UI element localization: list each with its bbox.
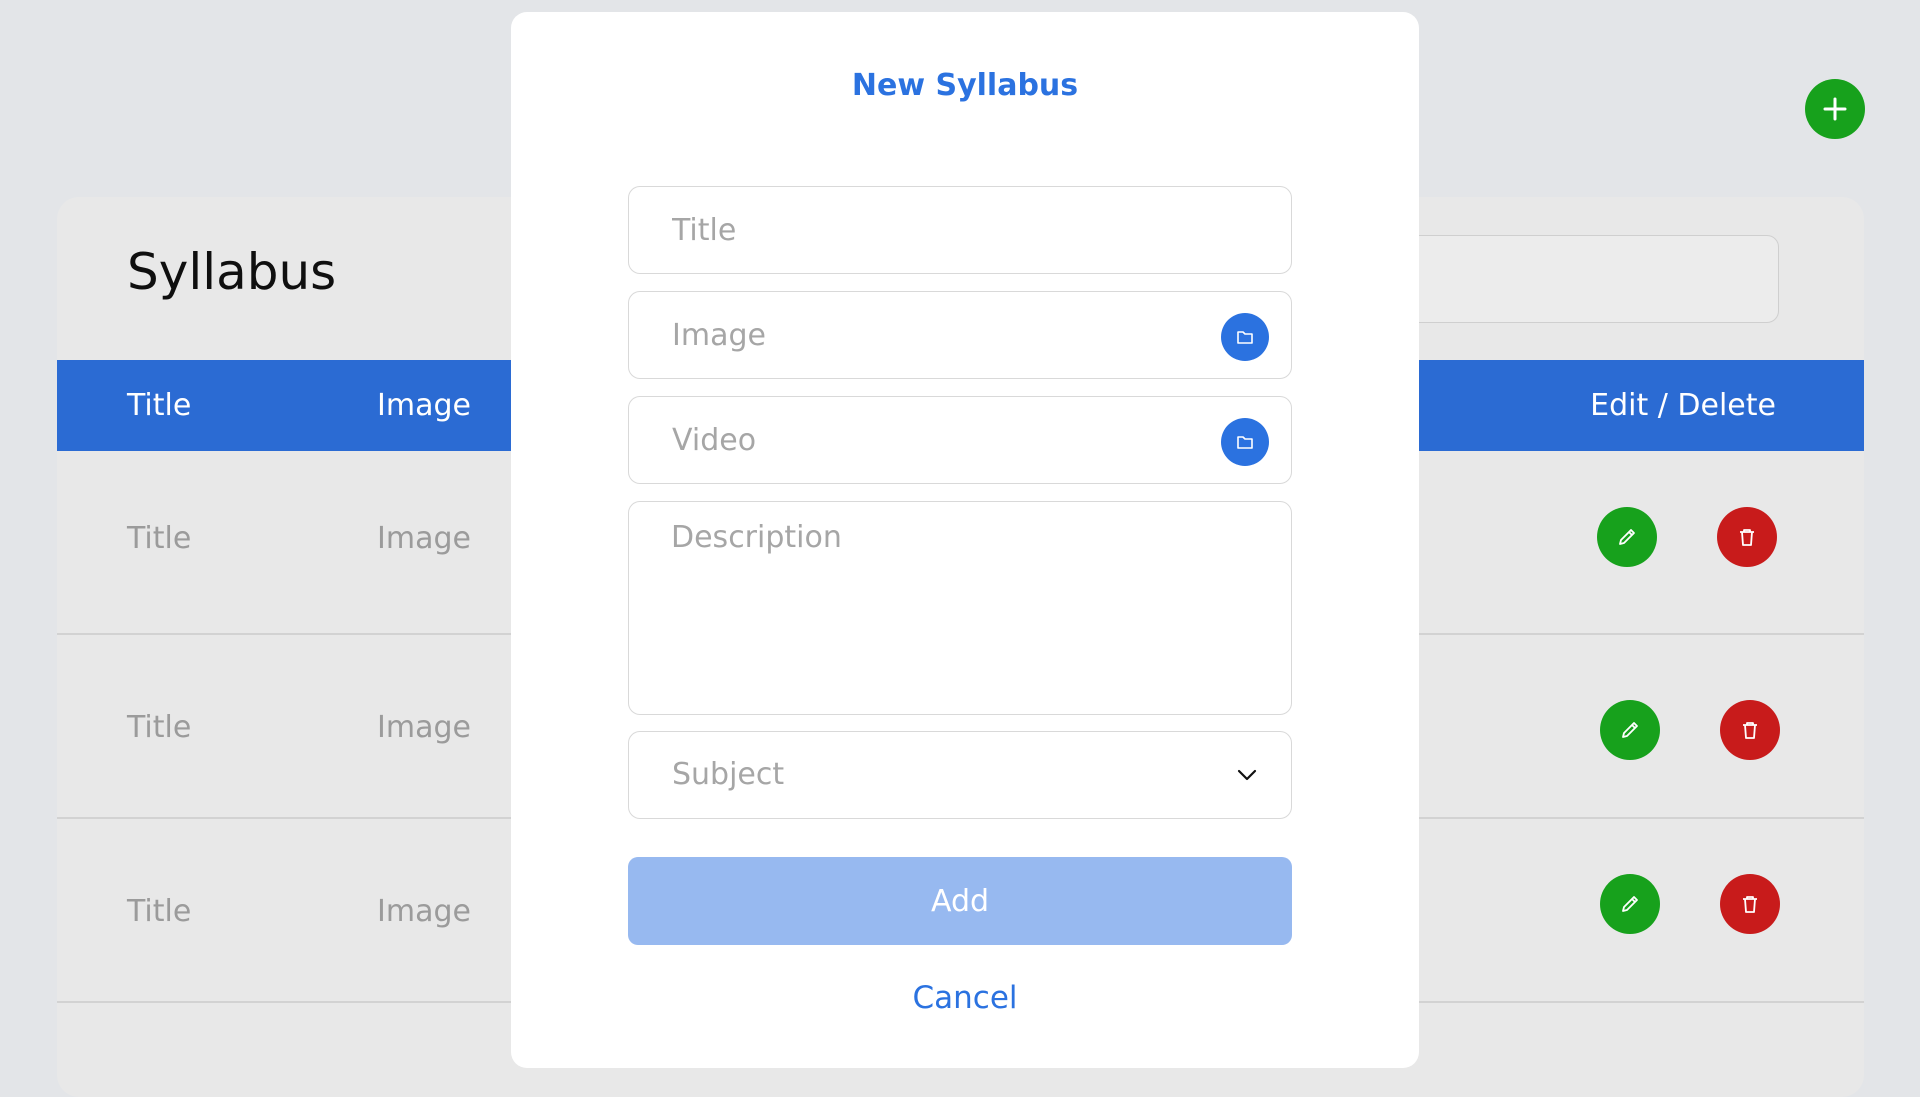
pencil-icon bbox=[1622, 896, 1638, 912]
description-textarea[interactable] bbox=[671, 520, 1261, 700]
folder-icon bbox=[1237, 436, 1253, 449]
dialog-title: New Syllabus bbox=[851, 68, 1079, 103]
delete-button[interactable] bbox=[1717, 507, 1777, 567]
column-header-actions: Edit / Delete bbox=[1590, 388, 1776, 423]
trash-icon bbox=[1743, 722, 1757, 739]
cell-title: Title bbox=[127, 710, 192, 745]
description-field bbox=[628, 501, 1292, 715]
image-browse-button[interactable] bbox=[1221, 313, 1269, 361]
video-browse-button[interactable] bbox=[1221, 418, 1269, 466]
image-input[interactable] bbox=[672, 292, 1192, 378]
column-header-title: Title bbox=[127, 388, 192, 423]
add-syllabus-button[interactable] bbox=[1805, 79, 1865, 139]
title-input[interactable] bbox=[672, 187, 1192, 273]
pencil-icon bbox=[1622, 722, 1638, 738]
video-field bbox=[628, 396, 1292, 484]
edit-button[interactable] bbox=[1600, 700, 1660, 760]
cancel-button[interactable]: Cancel bbox=[511, 980, 1419, 1016]
edit-button[interactable] bbox=[1597, 507, 1657, 567]
add-button[interactable]: Add bbox=[628, 857, 1292, 945]
cell-image: Image bbox=[377, 894, 471, 929]
chevron-down-icon bbox=[1237, 765, 1257, 785]
subject-select[interactable]: Subject bbox=[628, 731, 1292, 819]
delete-button[interactable] bbox=[1720, 874, 1780, 934]
pencil-icon bbox=[1619, 529, 1635, 545]
page-title: Syllabus bbox=[127, 243, 337, 301]
new-syllabus-dialog: New Syllabus Subject Add Cancel bbox=[511, 12, 1419, 1068]
folder-icon bbox=[1237, 331, 1253, 344]
video-input[interactable] bbox=[672, 397, 1192, 483]
plus-icon bbox=[1823, 97, 1847, 121]
trash-icon bbox=[1743, 896, 1757, 913]
column-header-image: Image bbox=[377, 388, 471, 423]
title-field bbox=[628, 186, 1292, 274]
subject-placeholder: Subject bbox=[672, 757, 785, 792]
cell-image: Image bbox=[377, 521, 471, 556]
image-field bbox=[628, 291, 1292, 379]
edit-button[interactable] bbox=[1600, 874, 1660, 934]
cell-title: Title bbox=[127, 521, 192, 556]
trash-icon bbox=[1740, 529, 1754, 546]
delete-button[interactable] bbox=[1720, 700, 1780, 760]
cell-title: Title bbox=[127, 894, 192, 929]
cell-image: Image bbox=[377, 710, 471, 745]
